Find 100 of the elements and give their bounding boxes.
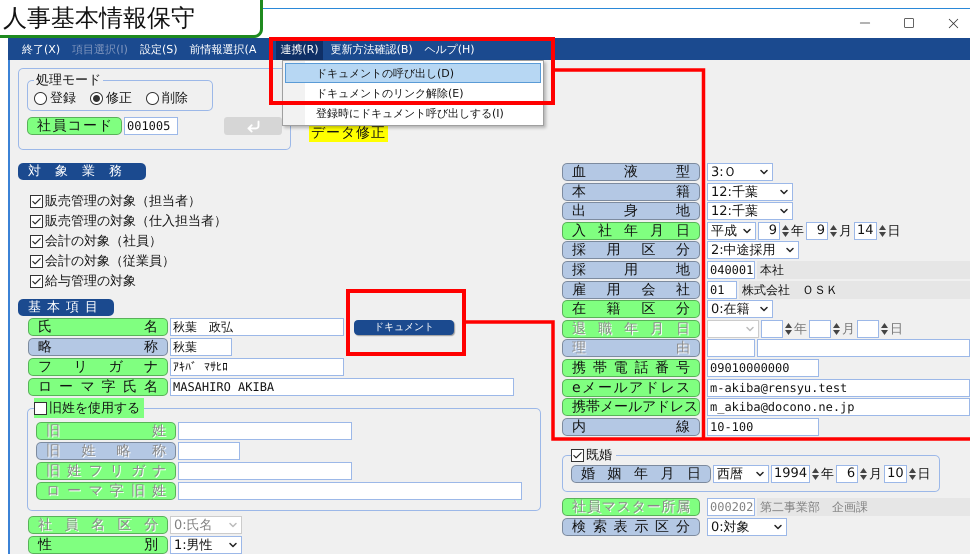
field-label: 社員マスター所属 (562, 498, 700, 516)
field-label: 社員コード (27, 117, 122, 135)
field-label: 略称 (28, 338, 168, 356)
unit-label: 日 (918, 466, 931, 484)
radio-option[interactable]: 登録 (34, 89, 76, 107)
text-field[interactable]: 10-100 (707, 418, 819, 436)
checkbox-option[interactable]: 販売管理の対象（担当者） (30, 191, 205, 211)
dropdown[interactable]: 2:中途採用 (707, 241, 799, 260)
checkbox-icon (30, 234, 43, 248)
checkbox-option[interactable]: 会計の対象（社員） (30, 231, 166, 251)
dropdown[interactable]: 3:Ｏ (707, 163, 773, 181)
field-label: eメールアドレス (562, 378, 700, 397)
enter-icon (246, 118, 260, 134)
field-label: 携帯電話番号 (562, 358, 700, 377)
spinner-icon[interactable] (782, 222, 789, 239)
field-label: 雇用会社 (562, 280, 700, 299)
menu-item[interactable]: 終了(X) (18, 38, 64, 60)
text-field[interactable]: ｱｷﾊﾞ ﾏｻﾋﾛ (170, 358, 344, 376)
unit-label: 月 (869, 466, 882, 484)
spinner-icon[interactable] (881, 320, 888, 337)
text-field[interactable]: 秋葉 政弘 (170, 318, 344, 336)
field-label: フリガナ (28, 358, 168, 376)
menu-option[interactable]: 登録時にドキュメント呼び出しする(I) (285, 103, 541, 123)
group-title: 処理モード (35, 72, 102, 89)
menu-option[interactable]: ドキュメントの呼び出し(D) (285, 63, 541, 83)
menu-item[interactable]: 前情報選択(A (186, 38, 260, 60)
field-label: 本籍 (562, 182, 700, 201)
spin-field[interactable]: 10 (884, 465, 907, 484)
spin-field[interactable] (857, 320, 879, 338)
field-label: 旧姓略称 (36, 442, 176, 460)
field-label: 携帯メールアドレス (562, 398, 700, 416)
dropdown[interactable]: 12:千葉 (707, 182, 793, 201)
dropdown[interactable]: 1:男性 (170, 536, 242, 554)
spin-field[interactable]: 9 (806, 222, 828, 240)
window-title: 人事基本情報保守 (0, 0, 263, 38)
document-button[interactable]: ドキュメント (354, 320, 454, 334)
field-label: 内線 (562, 418, 700, 436)
checkbox-icon (30, 214, 43, 228)
text-field[interactable]: 001005 (124, 117, 178, 135)
radio-option[interactable]: 削除 (146, 89, 188, 107)
field-label: ローマ字旧姓 (36, 482, 176, 500)
menu-item[interactable]: ヘルプ(H) (420, 38, 479, 60)
dropdown[interactable]: 平成 (707, 222, 756, 240)
checkbox-icon (30, 274, 43, 288)
field-label: 性別 (28, 536, 168, 554)
text-field[interactable]: 040001 (707, 260, 755, 279)
radio-option[interactable]: 修正 (90, 89, 132, 107)
readonly-field: 株式会社 ＯＳＫ (739, 280, 970, 299)
unit-label: 年 (791, 222, 804, 240)
field-label: 血液型 (562, 163, 700, 181)
checkbox-icon (30, 254, 43, 268)
dropdown[interactable]: 0:在籍 (707, 300, 773, 318)
spin-field[interactable]: 9 (758, 222, 780, 240)
unit-label: 月 (842, 320, 855, 338)
spin-field[interactable] (761, 320, 783, 338)
field-label: ローマ字氏名 (28, 378, 168, 396)
text-field[interactable]: m-akiba@rensyu.test (707, 378, 970, 397)
checkbox-icon (571, 448, 584, 462)
checkbox-icon (30, 194, 43, 208)
spin-field[interactable]: 1994 (771, 465, 810, 484)
spinner-icon[interactable] (833, 320, 840, 337)
text-field[interactable]: 09010000000 (707, 358, 819, 377)
spin-field[interactable]: 6 (836, 465, 858, 484)
field-label: 検索表示区分 (562, 518, 700, 536)
text-field[interactable]: m_akiba@docono.ne.jp (707, 398, 970, 416)
field-label: 社員名区分 (28, 516, 168, 534)
text-field[interactable]: 秋葉 (170, 338, 232, 356)
field-label: 入社年月日 (562, 222, 700, 240)
unit-label: 日 (890, 320, 903, 338)
spinner-icon[interactable] (830, 222, 837, 239)
spin-field[interactable]: 14 (854, 222, 877, 240)
dropdown[interactable]: 0:対象 (707, 518, 787, 536)
readonly-field: 第二事業部 企画課 (757, 498, 970, 516)
field-label: 在籍区分 (562, 300, 700, 318)
unit-label: 年 (821, 466, 834, 484)
section-header: 対象業務 (18, 163, 146, 180)
checkbox-option[interactable]: 給与管理の対象 (30, 271, 140, 291)
field-label: 出身地 (562, 202, 700, 220)
dropdown[interactable]: 12:千葉 (707, 202, 793, 220)
text-field[interactable]: 01 (707, 280, 737, 299)
section-header: 基本項目 (18, 299, 114, 316)
dropdown[interactable]: 西暦 (713, 465, 769, 484)
checkbox-option[interactable]: 既婚 (571, 445, 616, 466)
menu-item[interactable]: 設定(S) (136, 38, 182, 60)
checkbox-option[interactable]: 販売管理の対象（仕入担当者） (30, 211, 231, 231)
text-field[interactable]: MASAHIRO AKIBA (170, 378, 514, 396)
spinner-icon[interactable] (785, 320, 792, 337)
field-label: 理由 (562, 339, 700, 358)
field-label: 採用区分 (562, 241, 700, 260)
checkbox-option[interactable]: 旧姓を使用する (34, 398, 144, 418)
field-label: 退職年月日 (562, 320, 700, 338)
checkbox-option[interactable]: 会計の対象（従業員） (30, 251, 179, 271)
readonly-field: 本社 (757, 260, 970, 279)
field-label: 採用地 (562, 260, 700, 279)
unit-label: 年 (794, 320, 807, 338)
checkbox-icon (34, 402, 47, 414)
menu-option[interactable]: ドキュメントのリンク解除(E) (285, 83, 541, 103)
spin-field[interactable] (809, 320, 831, 338)
menu-item[interactable]: 更新方法確認(B) (326, 38, 417, 60)
field-label: 婚姻年月日 (571, 465, 711, 484)
